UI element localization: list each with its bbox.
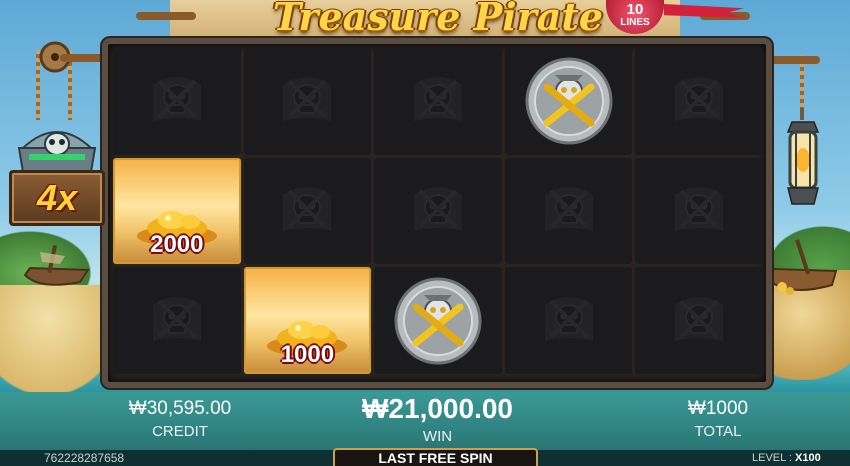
multiplier-box: 4x: [9, 170, 105, 226]
skull-flag-icon: [675, 77, 724, 122]
skull-symbol-cell: [113, 267, 241, 374]
win-label: WIN: [422, 428, 453, 445]
multiplier-value: 4x: [36, 177, 78, 218]
pirate-coin-icon: [394, 277, 482, 365]
skull-chest-icon: [17, 131, 97, 173]
skull-symbol-cell: [635, 157, 763, 265]
credit-display: ₩30,595.00 CREDIT: [110, 398, 250, 440]
shipwreck-left: [23, 244, 90, 286]
win-value: ₩21,000.00: [362, 393, 513, 424]
skull-flag-icon: [675, 186, 724, 231]
yard-right: [770, 56, 820, 64]
reel-grid: 2000 1000: [113, 48, 763, 374]
coin-symbol-cell: [504, 48, 633, 155]
level-indicator: LEVEL : X100: [752, 452, 821, 464]
shipwreck-right: [766, 239, 838, 295]
credit-label: CREDIT: [152, 423, 208, 440]
skull-flag-icon: [152, 77, 201, 122]
skull-flag-icon: [544, 296, 593, 341]
skull-flag-icon: [152, 296, 201, 341]
mast-left: [136, 12, 196, 20]
skull-flag-icon: [283, 77, 332, 122]
skull-flag-icon: [283, 186, 332, 231]
skull-symbol-cell: [504, 157, 633, 265]
gold-symbol-value: 1000: [280, 340, 335, 368]
round-id: 762228287658: [44, 451, 125, 465]
gold-symbol-cell: 2000: [113, 157, 241, 265]
game-title: Treasure Pirate: [272, 0, 604, 39]
total-value: ₩1000: [687, 398, 749, 419]
total-label: TOTAL: [694, 423, 742, 440]
skull-symbol-cell: [635, 267, 763, 374]
level-value: X100: [795, 452, 821, 464]
gold-symbol-cell: 1000: [243, 267, 372, 374]
skull-flag-icon: [544, 186, 593, 231]
lines-count: 10: [626, 1, 644, 18]
skull-flag-icon: [675, 296, 724, 341]
skull-symbol-cell: [504, 267, 633, 374]
pirate-coin-icon: [525, 57, 613, 145]
coin-symbol-cell: [374, 267, 502, 374]
skull-flag-icon: [413, 77, 462, 122]
skull-symbol-cell: [374, 157, 502, 265]
credit-value: ₩30,595.00: [128, 398, 232, 419]
level-label: LEVEL :: [752, 452, 792, 464]
skull-symbol-cell: [635, 48, 763, 155]
total-bet-display[interactable]: ₩1000 TOTAL: [668, 398, 768, 440]
gold-symbol-value: 2000: [150, 231, 204, 259]
lines-label: LINES: [620, 17, 650, 28]
skull-symbol-cell: [243, 157, 372, 265]
skull-symbol-cell: [243, 48, 372, 155]
free-spin-banner: LAST FREE SPIN: [333, 448, 538, 466]
skull-symbol-cell: [113, 48, 241, 155]
win-display: ₩21,000.00 WIN: [330, 393, 545, 445]
skull-flag-icon: [413, 186, 462, 231]
multiplier-sign: 4x: [9, 118, 105, 228]
skull-symbol-cell: [374, 48, 502, 155]
lantern-icon: [786, 108, 820, 205]
